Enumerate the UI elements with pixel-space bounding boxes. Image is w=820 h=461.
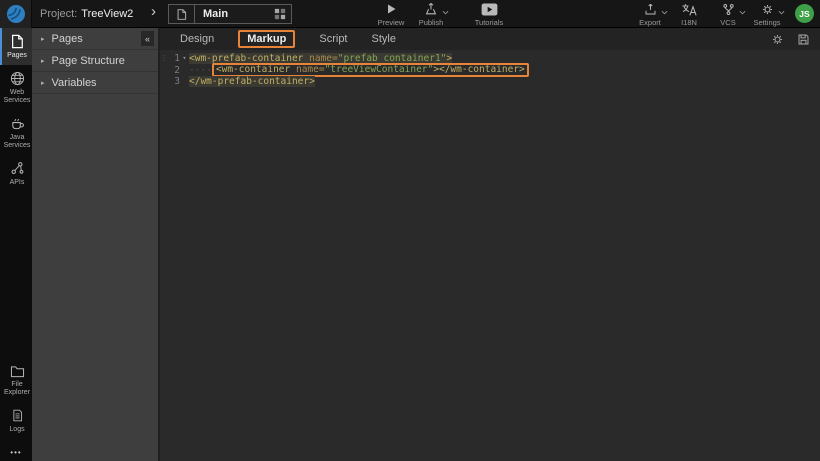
wavemaker-studio: Project: TreeView2 › Main Preview	[0, 0, 820, 461]
publish-button[interactable]: Publish	[416, 2, 446, 27]
left-icon-sidebar: Pages Web Services Java Services APIs	[0, 28, 32, 461]
chevron-right-icon: ▸	[41, 35, 45, 43]
caret-down-icon[interactable]	[739, 10, 746, 15]
play-icon	[385, 2, 397, 16]
publish-icon	[424, 2, 438, 16]
gear-icon	[771, 33, 784, 46]
code-line: 3 </wm-prefab-container>	[160, 76, 820, 88]
tab-script[interactable]: Script	[319, 33, 347, 45]
sidebar-item-java-services[interactable]: Java Services	[0, 110, 32, 155]
page-tab-main[interactable]: Main	[168, 4, 292, 24]
chevron-right-icon: ▸	[41, 79, 45, 87]
sidebar-item-web-services[interactable]: Web Services	[0, 65, 32, 110]
wavemaker-logo-icon	[6, 4, 26, 24]
code-token: "treeViewContainer"	[325, 64, 434, 75]
tutorials-button[interactable]: Tutorials	[474, 2, 504, 27]
fold-toggle-icon[interactable]: ▾	[180, 53, 189, 65]
code-editor[interactable]: ⋮ 1 ▾ <wm-prefab-container name="prefab_…	[160, 50, 820, 88]
export-button[interactable]: Export	[635, 2, 665, 27]
video-icon	[481, 2, 498, 16]
settings-button[interactable]: Settings	[752, 2, 782, 27]
logs-icon	[11, 408, 24, 423]
line-number: 1	[168, 53, 180, 65]
code-token: ></wm-container>	[433, 64, 525, 75]
vcs-button[interactable]: VCS	[713, 2, 743, 27]
editor-tools	[771, 33, 820, 46]
gear-icon	[761, 2, 774, 16]
editor-area: Design Markup Script Style ⋮	[160, 28, 820, 461]
tab-design[interactable]: Design	[180, 33, 214, 45]
nodes-icon	[10, 161, 25, 176]
grid-icon[interactable]	[269, 8, 291, 20]
topbar-center-actions: Preview Publish Tutorials	[376, 2, 504, 27]
i18n-icon	[681, 2, 697, 16]
editor-tabbar: Design Markup Script Style	[160, 28, 820, 50]
wavemaker-logo[interactable]	[0, 0, 32, 28]
line-number: 2	[168, 65, 180, 77]
topbar: Project: TreeView2 › Main Preview	[0, 0, 820, 28]
topbar-right-actions: Export I18N VCS	[635, 2, 814, 27]
selected-widget-markup[interactable]: <wm-container name="treeViewContainer"><…	[212, 63, 529, 77]
sidebar-item-file-explorer[interactable]: File Explorer	[0, 359, 32, 402]
panel-section-page-structure[interactable]: ▸ Page Structure	[32, 50, 158, 72]
user-avatar[interactable]: JS	[795, 4, 814, 23]
save-button[interactable]	[797, 33, 810, 46]
caret-down-icon[interactable]	[661, 10, 668, 15]
page-tab-title: Main	[195, 8, 269, 20]
editor-settings-button[interactable]	[771, 33, 784, 46]
sidebar-bottom-group: File Explorer Logs	[0, 359, 32, 439]
line-number: 3	[168, 76, 180, 88]
preview-button[interactable]: Preview	[376, 2, 406, 27]
panel-section-pages[interactable]: ▸ Pages «	[32, 28, 158, 50]
vcs-branch-icon	[722, 2, 735, 16]
code-token: </wm-prefab-container>	[189, 76, 315, 87]
panel-section-variables[interactable]: ▸ Variables	[32, 72, 158, 94]
project-label: Project:	[40, 8, 77, 20]
project-name: TreeView2	[81, 8, 133, 20]
chevron-right-icon: ▸	[41, 57, 45, 65]
coffee-icon	[10, 116, 25, 131]
save-icon	[797, 33, 810, 46]
breadcrumb-chevron-icon: ›	[151, 3, 156, 20]
sidebar-item-logs[interactable]: Logs	[0, 402, 32, 439]
caret-down-icon[interactable]	[442, 10, 449, 15]
whitespace-dots: ····	[189, 65, 212, 76]
tab-style[interactable]: Style	[372, 33, 396, 45]
gutter-marker-icon: ⋮	[160, 53, 168, 65]
pages-panel: ▸ Pages « ▸ Page Structure ▸ Variables	[32, 28, 160, 461]
tab-markup[interactable]: Markup	[238, 30, 295, 48]
panel-collapse-button[interactable]: «	[141, 31, 154, 46]
export-icon	[644, 2, 657, 16]
sidebar-item-apis[interactable]: APIs	[0, 155, 32, 192]
globe-icon	[10, 71, 25, 86]
page-icon	[169, 5, 195, 23]
page-icon	[10, 34, 24, 49]
i18n-button[interactable]: I18N	[674, 2, 704, 27]
sidebar-more-button[interactable]: •••	[0, 448, 32, 457]
project-breadcrumb: Project: TreeView2	[40, 0, 133, 28]
code-token: name=	[290, 64, 324, 75]
caret-down-icon[interactable]	[778, 10, 785, 15]
folder-icon	[10, 365, 25, 378]
code-line: 2 ····<wm-container name="treeViewContai…	[160, 65, 820, 77]
code-token: <wm-container	[216, 64, 290, 75]
sidebar-item-pages[interactable]: Pages	[0, 28, 32, 65]
